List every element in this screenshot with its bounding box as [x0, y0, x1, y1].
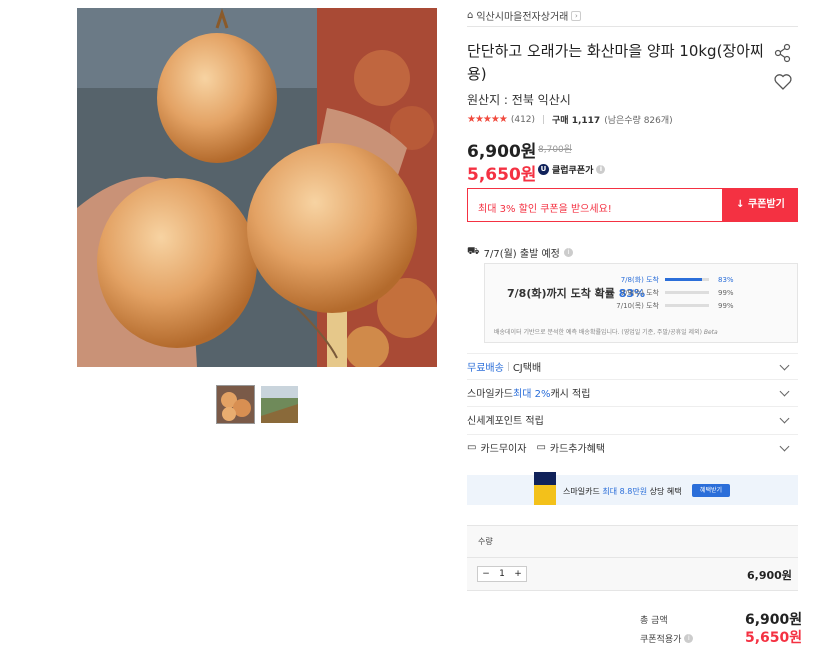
- chevron-down-icon: [779, 413, 790, 424]
- review-count[interactable]: (412): [511, 115, 535, 125]
- stock-remaining: (남은수량 826개): [604, 116, 673, 126]
- note-text: 배송데이터 기반으로 분석한 예측 배송확률입니다. (영업일 기준, 주말/공…: [494, 329, 702, 336]
- separator: [543, 115, 545, 124]
- bar-label: 7/9(수) 도착: [620, 288, 659, 297]
- club-label: 클럽쿠폰가: [552, 166, 594, 176]
- chevron-down-icon: [779, 360, 790, 371]
- departure-text: 7/7(월) 출발 예정: [483, 249, 560, 260]
- store-name: 익산시마을전자상거래: [476, 12, 569, 23]
- bar-track: [665, 304, 709, 307]
- free-shipping: 무료배송: [467, 363, 504, 374]
- coupon-download-button[interactable]: ↓ 쿠폰받기: [723, 188, 798, 222]
- bar-pct: 83%: [718, 275, 734, 284]
- card-icon: ▭: [536, 442, 546, 453]
- thumbnail-2[interactable]: [261, 386, 298, 423]
- total-value: 6,900원: [745, 612, 803, 628]
- info-icon[interactable]: i: [684, 634, 694, 643]
- coupon-message: 최대 3% 할인 쿠폰을 받으세요!: [467, 188, 723, 222]
- courier: CJ택배: [512, 363, 542, 374]
- quantity-price: 6,900원: [747, 569, 792, 582]
- price-original: 8,700원: [538, 145, 573, 155]
- smilecard-row[interactable]: 스마일카드 최대 2% 캐시 적립: [467, 379, 798, 405]
- origin: 원산지 : 전북 익산시: [467, 93, 571, 107]
- shipping-row[interactable]: 무료배송 CJ택배: [467, 353, 798, 379]
- delivery-note: 배송데이터 기반으로 분석한 예측 배송확률입니다. (영업일 기준, 주말/공…: [494, 327, 718, 336]
- info-icon[interactable]: i: [563, 248, 573, 257]
- estimate-prefix: 7/8(화)까지 도착 확률: [507, 287, 619, 300]
- banner-text: 스마일카드 최대 8.8만원 상당 혜택: [563, 486, 682, 497]
- rating-row: ★★★★★ (412) 구매 1,117 (남은수량 826개): [467, 113, 673, 126]
- total-label: 총 금액: [640, 616, 668, 626]
- smilecard-prefix: 스마일카드: [467, 389, 513, 400]
- card-icon: ▭: [467, 442, 477, 453]
- banner-suffix: 상당 혜택: [647, 487, 682, 496]
- bar-pct: 99%: [718, 288, 734, 297]
- banner-benefit-button[interactable]: 혜택받기: [692, 484, 730, 497]
- store-link[interactable]: ⌂ 익산시마을전자상거래 ›: [467, 8, 582, 23]
- card-benefit-row[interactable]: ▭ 카드무이자 ▭ 카드추가혜택: [467, 434, 798, 460]
- coupon-price-text: 쿠폰적용가: [640, 635, 682, 645]
- club-coupon-badge: U 클럽쿠폰가 i: [538, 163, 606, 176]
- smilecard-highlight: 최대 2%: [513, 389, 551, 400]
- chevron-down-icon: [779, 441, 790, 452]
- bar-track: [665, 278, 709, 281]
- smilecard-suffix: 캐시 적립: [550, 389, 591, 400]
- product-title: 단단하고 오래가는 화산마을 양파 10kg(장아찌용): [467, 42, 764, 83]
- separator: [507, 362, 509, 371]
- plus-button[interactable]: +: [510, 569, 526, 579]
- shinsegae-label: 신세계포인트 적립: [467, 416, 544, 427]
- coupon-price-value: 5,650원: [745, 630, 803, 646]
- beta-label: Beta: [703, 329, 718, 336]
- smilecard-image: [534, 472, 556, 505]
- quantity-value[interactable]: 1: [494, 569, 510, 579]
- price-current: 6,900원: [467, 142, 537, 162]
- divider: [467, 557, 798, 558]
- bar-fill: [665, 278, 702, 281]
- card-benefit[interactable]: 카드추가혜택: [550, 440, 605, 455]
- purchase-count: 구매 1,117: [552, 116, 601, 126]
- delivery-bar-row: 7/9(수) 도착 99%: [611, 286, 734, 299]
- banner-prefix: 스마일카드: [563, 487, 603, 496]
- share-icon[interactable]: [773, 43, 793, 63]
- truck-icon: ⛟: [467, 246, 480, 257]
- bar-label: 7/10(목) 도착: [616, 301, 659, 310]
- store-icon: ⌂: [467, 10, 474, 21]
- info-icon[interactable]: i: [596, 165, 606, 174]
- delivery-bars: 7/8(화) 도착 83% 7/9(수) 도착 99% 7/10(목) 도착 9…: [611, 273, 734, 312]
- coupon-price-label: 쿠폰적용가 i: [640, 632, 694, 645]
- bar-label: 7/8(화) 도착: [620, 275, 659, 284]
- delivery-bar-row: 7/8(화) 도착 83%: [611, 273, 734, 286]
- quantity-label: 수량: [478, 537, 493, 546]
- minus-button[interactable]: −: [478, 569, 494, 579]
- bar-pct: 99%: [718, 301, 734, 310]
- thumbnail-1[interactable]: [216, 385, 255, 424]
- bar-track: [665, 291, 709, 294]
- card-interest[interactable]: 카드무이자: [480, 440, 526, 455]
- banner-highlight: 최대 8.8만원: [602, 487, 648, 496]
- heart-icon[interactable]: [773, 72, 793, 92]
- divider: [467, 26, 798, 27]
- club-u-icon: U: [538, 164, 549, 175]
- product-main-image: [77, 8, 437, 367]
- delivery-bar-row: 7/10(목) 도착 99%: [611, 299, 734, 312]
- star-rating: ★★★★★: [467, 114, 508, 125]
- price-club: 5,650원: [467, 165, 537, 185]
- quantity-stepper[interactable]: − 1 +: [477, 566, 527, 582]
- chevron-right-icon: ›: [571, 10, 582, 21]
- shipping-departure: ⛟ 7/7(월) 출발 예정 i: [467, 245, 573, 260]
- shinsegae-row[interactable]: 신세계포인트 적립: [467, 406, 798, 432]
- chevron-down-icon: [779, 386, 790, 397]
